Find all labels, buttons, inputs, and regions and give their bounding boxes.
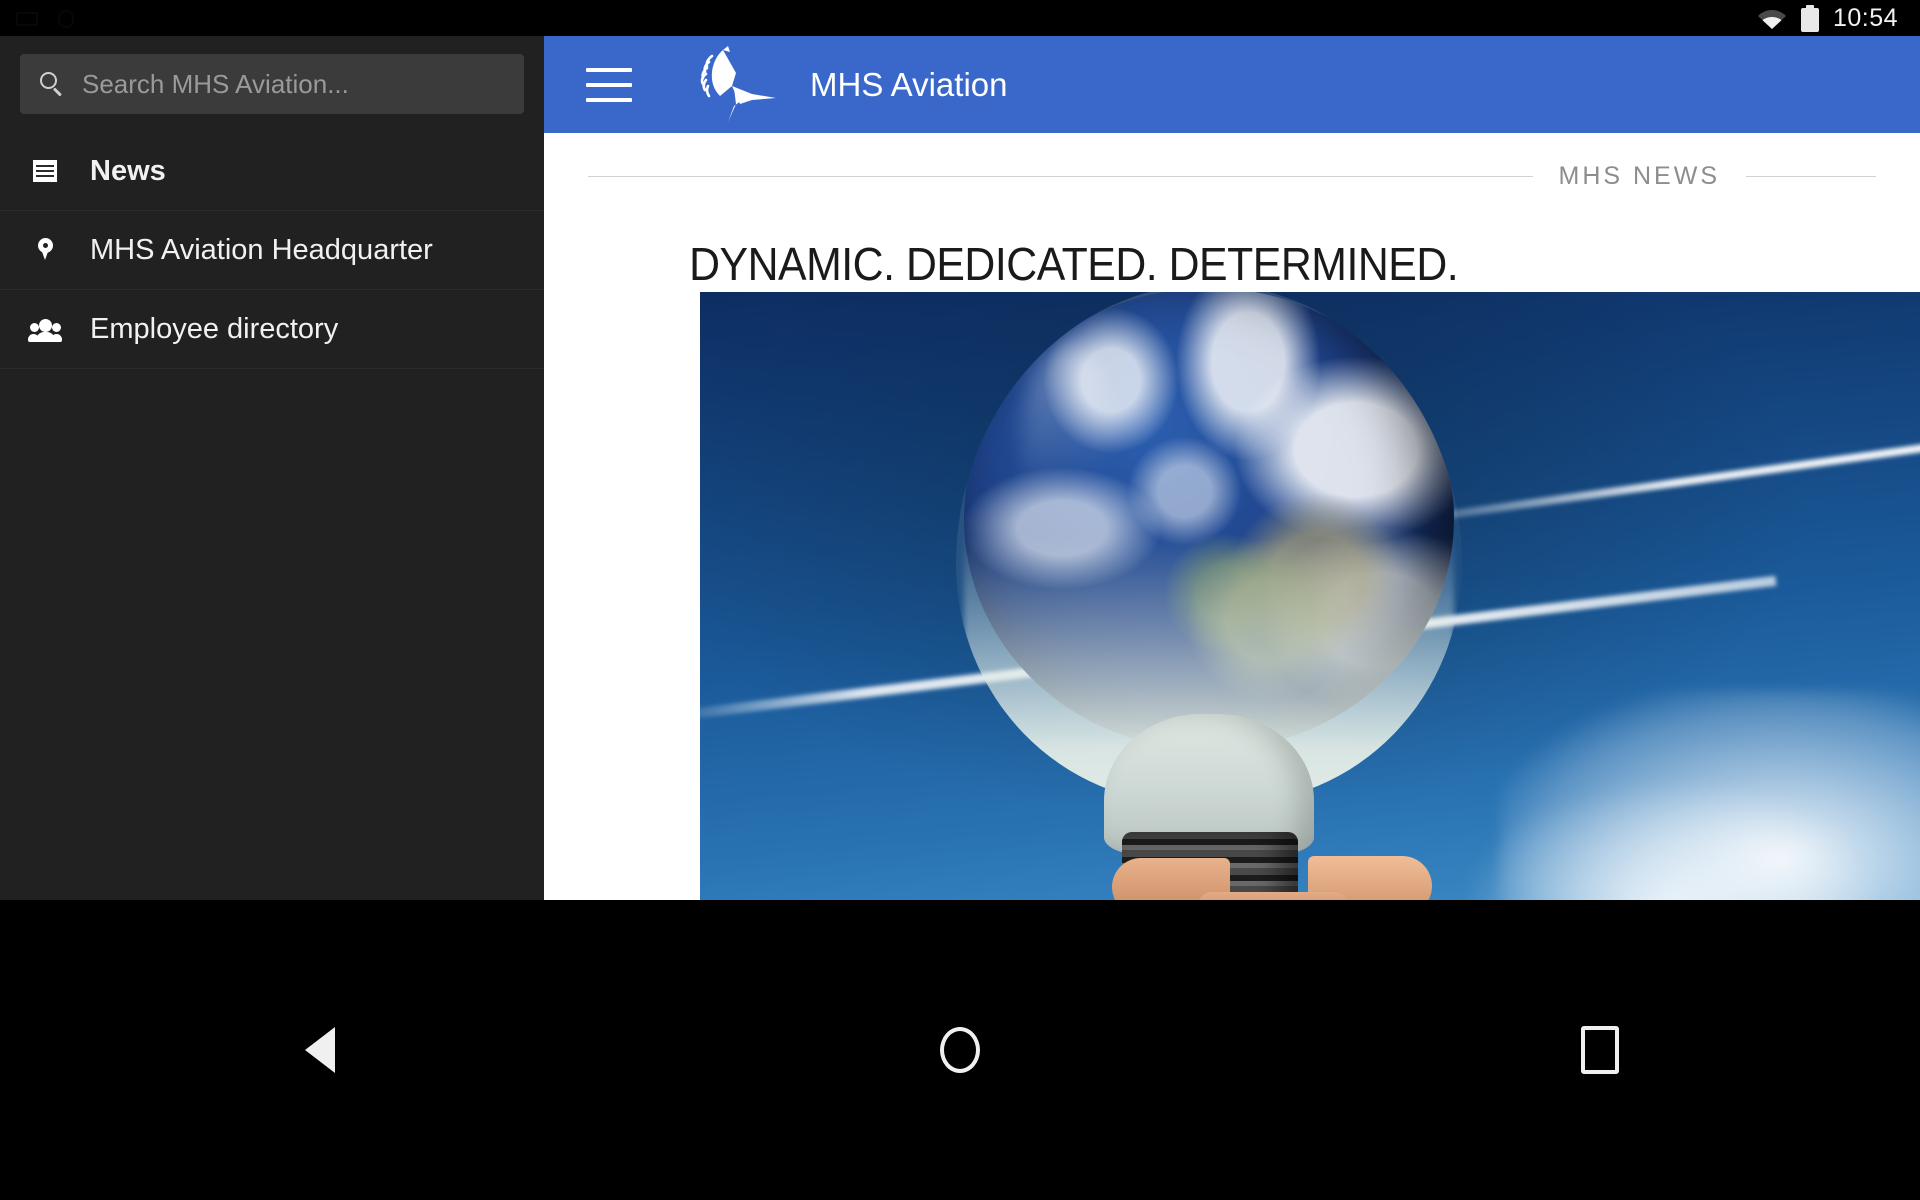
triangle-back-icon [305,1027,335,1073]
cloud-front [1500,690,1920,900]
wifi-icon [1757,6,1787,30]
sidebar-item-label: MHS Aviation Headquarter [90,233,433,266]
location-pin-icon [28,233,62,267]
nav-home-button[interactable] [900,1005,1020,1095]
app-bar: MHS Aviation [544,36,1920,133]
article-hero-image[interactable] [700,292,1920,900]
status-bar-notification-icons [14,6,104,30]
article-headline: DYNAMIC. DEDICATED. DETERMINED. [689,238,1459,290]
divider-left [588,175,1533,177]
search-container [0,36,544,128]
circle-home-icon [940,1027,980,1073]
device-screen: 10:54 News [0,0,1920,1200]
battery-full-icon [1800,4,1819,32]
drawer-item-list: News MHS Aviation Headquarter Employee d… [0,132,544,369]
nav-recents-button[interactable] [1540,1005,1660,1095]
bulb-highlight [1022,344,1112,534]
section-label: MHS NEWS [1558,161,1720,190]
sidebar-item-headquarter[interactable]: MHS Aviation Headquarter [0,211,544,290]
navigation-drawer: News MHS Aviation Headquarter Employee d… [0,36,544,900]
hand-holding-bulb [1112,848,1432,900]
people-group-icon [28,312,62,346]
app-body: News MHS Aviation Headquarter Employee d… [0,36,1920,900]
nav-back-button[interactable] [260,1005,380,1095]
news-icon [28,154,62,188]
section-header: MHS NEWS [544,137,1920,215]
status-bar-clock: 10:54 [1832,3,1898,32]
sidebar-item-label: News [90,154,166,187]
status-bar: 10:54 [0,0,1920,36]
search-input[interactable] [82,68,506,100]
lightbulb-graphic [956,292,1462,900]
system-navigation-bar [0,900,1920,1200]
sidebar-item-employee-directory[interactable]: Employee directory [0,290,544,369]
content-pane: MHS Aviation MHS NEWS DYNAMIC. DEDICATED… [544,36,1920,900]
hamburger-menu-icon[interactable] [586,67,632,102]
search-box[interactable] [20,54,524,114]
sidebar-item-news[interactable]: News [0,132,544,211]
bird-logo-icon [690,42,782,128]
app-bar-title: MHS Aviation [810,65,1008,103]
search-icon [38,71,64,97]
sidebar-item-label: Employee directory [90,312,339,345]
square-recents-icon [1581,1026,1619,1074]
divider-right [1746,175,1876,177]
